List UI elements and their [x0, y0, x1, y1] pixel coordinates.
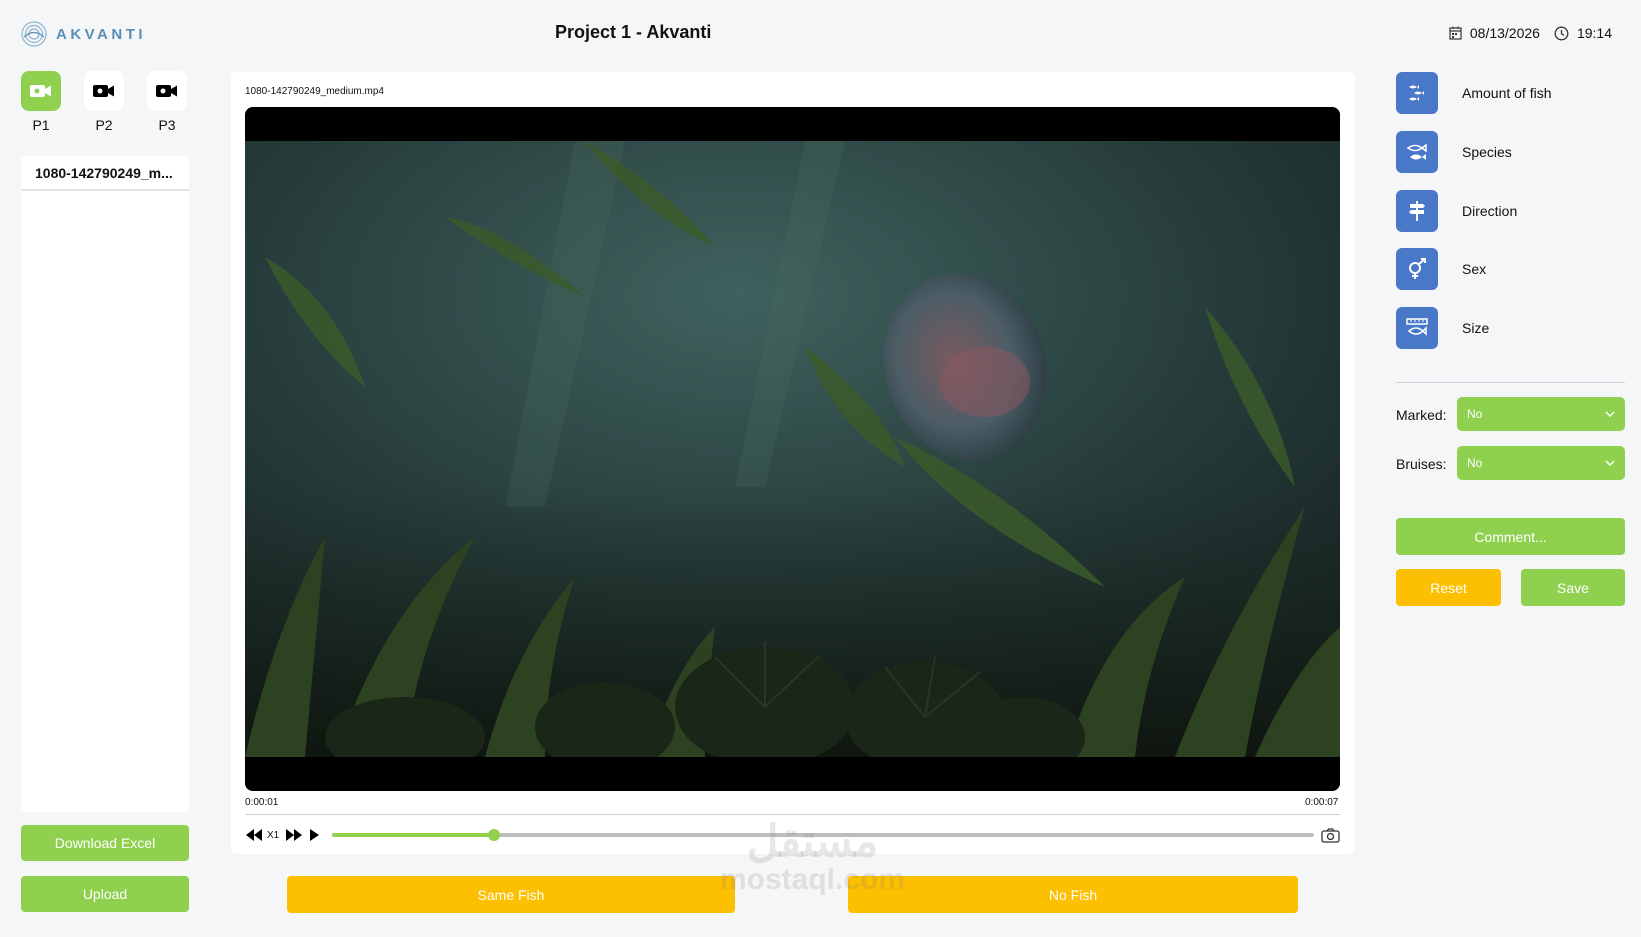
current-timestamp: 0:00:01 — [245, 797, 279, 808]
chevron-down-icon — [1605, 411, 1615, 417]
snapshot-button[interactable] — [1321, 825, 1340, 845]
rewind-button[interactable] — [245, 825, 263, 845]
current-date: 08/13/2026 — [1469, 25, 1540, 41]
comment-button[interactable]: Comment... — [1396, 518, 1625, 555]
bruises-label: Bruises: — [1396, 456, 1447, 472]
datetime: 08/13/2026 19:14 — [1449, 25, 1612, 41]
divider — [1396, 382, 1625, 383]
video-frame[interactable] — [245, 107, 1340, 791]
gender-icon[interactable] — [1396, 248, 1438, 290]
camera-p2-button[interactable] — [84, 71, 124, 111]
camera-p3-button[interactable] — [147, 71, 187, 111]
logo-icon — [21, 21, 47, 47]
current-time: 19:14 — [1576, 25, 1612, 41]
play-button[interactable] — [309, 825, 320, 845]
rewind-icon — [246, 829, 262, 841]
brand-name: AKVANTI — [56, 25, 147, 43]
file-list-item[interactable]: 1080-142790249_m... — [21, 156, 189, 191]
camera-icon — [1321, 827, 1340, 843]
file-list: 1080-142790249_m... — [21, 156, 189, 812]
playback-speed[interactable]: X1 — [267, 825, 279, 845]
reset-button[interactable]: Reset — [1396, 569, 1501, 606]
no-fish-button[interactable]: No Fish — [848, 876, 1298, 913]
feature-species[interactable]: Species — [1396, 131, 1641, 173]
chevron-down-icon — [1605, 460, 1615, 466]
clock-icon — [1554, 26, 1569, 40]
video-file-name: 1080-142790249_medium.mp4 — [245, 86, 384, 97]
feature-amount-of-fish[interactable]: Amount of fish — [1396, 72, 1641, 114]
brand-logo: AKVANTI — [20, 20, 146, 48]
download-excel-button[interactable]: Download Excel — [21, 825, 189, 861]
feature-label: Sex — [1462, 261, 1487, 277]
fast-forward-button[interactable] — [285, 825, 303, 845]
bruises-select[interactable]: No — [1457, 446, 1625, 480]
signpost-icon[interactable] — [1396, 190, 1438, 232]
play-icon — [310, 829, 319, 841]
marked-select[interactable]: No — [1457, 397, 1625, 431]
video-frame-underwater-scene — [245, 107, 1340, 791]
same-fish-button[interactable]: Same Fish — [287, 876, 735, 913]
divider — [245, 814, 1340, 815]
feature-label: Species — [1462, 144, 1512, 160]
duration-timestamp: 0:00:07 — [1305, 797, 1339, 808]
camera-p2-label: P2 — [95, 117, 113, 133]
feature-label: Amount of fish — [1462, 85, 1552, 101]
video-camera-icon — [156, 85, 177, 97]
fish-count-icon[interactable] — [1396, 72, 1438, 114]
feature-direction[interactable]: Direction — [1396, 190, 1641, 232]
save-button[interactable]: Save — [1521, 569, 1625, 606]
watermark-latin: mostaql.com — [720, 863, 906, 896]
watermark: مستقل mostaql.com — [720, 820, 905, 896]
bruises-value: No — [1467, 456, 1483, 470]
feature-sex[interactable]: Sex — [1396, 248, 1641, 290]
fast-forward-icon — [286, 829, 302, 841]
watermark-arabic: مستقل — [746, 817, 879, 866]
camera-p3-label: P3 — [158, 117, 176, 133]
camera-p1-button[interactable] — [21, 71, 61, 111]
seek-bar-handle[interactable] — [488, 829, 501, 841]
marked-label: Marked: — [1396, 407, 1447, 423]
calendar-icon — [1449, 26, 1462, 40]
marked-value: No — [1467, 407, 1483, 421]
upload-button[interactable]: Upload — [21, 876, 189, 912]
camera-p1-label: P1 — [32, 117, 50, 133]
seek-bar-progress — [332, 833, 495, 837]
video-camera-icon — [30, 85, 51, 97]
video-camera-icon — [93, 85, 114, 97]
feature-label: Direction — [1462, 203, 1518, 219]
ruler-fish-icon[interactable] — [1396, 307, 1438, 349]
fish-species-icon[interactable] — [1396, 131, 1438, 173]
page-title: Project 1 - Akvanti — [555, 22, 712, 42]
feature-label: Size — [1462, 320, 1490, 336]
feature-size[interactable]: Size — [1396, 307, 1641, 349]
